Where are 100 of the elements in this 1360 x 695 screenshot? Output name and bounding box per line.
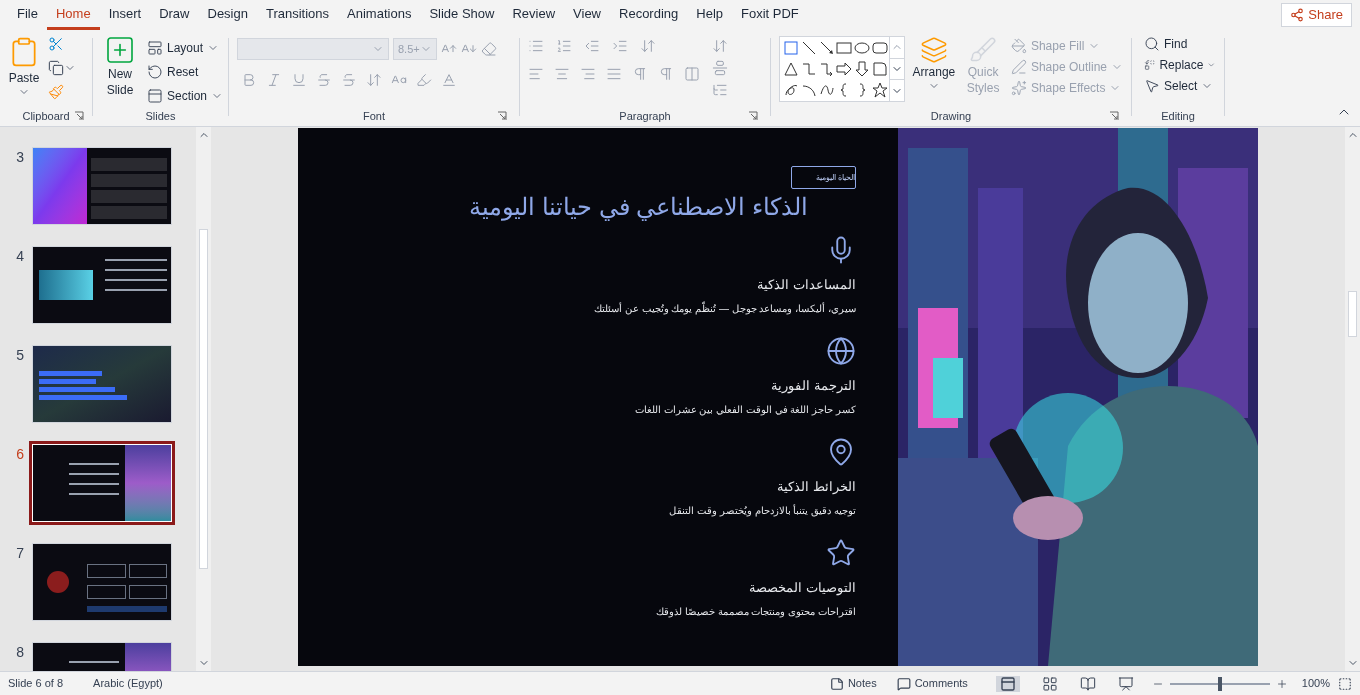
justify-icon[interactable] — [606, 66, 622, 82]
slide-command[interactable]: Section — [147, 86, 224, 106]
new-slide-button[interactable]: New Slide — [97, 34, 143, 106]
slide-counter: Slide 6 of 8 — [8, 676, 64, 692]
scrollbar-thumb[interactable] — [199, 229, 208, 569]
menu-tab[interactable]: View — [564, 0, 610, 30]
star-icon[interactable] — [871, 82, 888, 98]
section-icon — [147, 88, 163, 104]
language-indicator[interactable]: Arabic (Egypt) — [93, 675, 163, 692]
menu-tab[interactable]: File — [8, 0, 47, 30]
smartart-icon[interactable] — [712, 82, 728, 98]
share-icon — [1290, 8, 1305, 22]
slide-number: 6 — [15, 445, 24, 464]
rounded-rectangle-icon[interactable] — [871, 40, 888, 56]
group-label: Editing — [1161, 108, 1195, 124]
bullets-icon[interactable] — [528, 38, 544, 54]
globe-icon — [826, 336, 856, 366]
freeform-icon[interactable] — [783, 82, 799, 98]
zoom-level[interactable]: 100% — [1301, 675, 1330, 692]
down-arrow-icon[interactable] — [854, 61, 871, 77]
menu-tab[interactable]: Draw — [150, 0, 199, 30]
numbering-icon[interactable] — [556, 38, 572, 54]
normal-view-button[interactable] — [995, 675, 1020, 692]
arrow-icon[interactable] — [818, 40, 835, 56]
editing-command[interactable]: Select — [1144, 78, 1216, 94]
slide-sorter-icon[interactable] — [1041, 675, 1058, 692]
paste-button[interactable]: Paste — [4, 34, 44, 100]
slide-title: الذكاء الاصطناعي في حياتنا اليومية — [469, 192, 808, 223]
format-painter-icon[interactable] — [48, 84, 64, 100]
menu-tab[interactable]: Recording — [610, 0, 688, 30]
brush-icon — [969, 36, 998, 64]
clear-formatting-icon[interactable] — [481, 41, 497, 57]
text-direction-icon[interactable] — [712, 38, 728, 54]
menu-tab[interactable]: Help — [687, 0, 733, 30]
pointer-icon — [1144, 78, 1160, 94]
bold-icon[interactable] — [241, 72, 257, 88]
curve-icon[interactable] — [818, 82, 835, 98]
menu-tab[interactable]: Foxit PDF — [732, 0, 808, 30]
highlighter-icon[interactable] — [416, 72, 432, 88]
dialog-launcher-icon[interactable] — [1109, 111, 1119, 121]
notes-button[interactable]: Notes — [829, 675, 877, 692]
elbow-connector-icon[interactable] — [800, 61, 817, 77]
menu-tab[interactable]: Insert — [99, 0, 151, 30]
elbow-arrow-icon[interactable] — [818, 61, 835, 77]
align-text-icon[interactable] — [712, 60, 728, 76]
slide-thumbnail[interactable] — [32, 543, 172, 621]
columns-icon[interactable] — [684, 66, 700, 82]
comments-button[interactable]: Comments — [896, 675, 968, 692]
feature-description: اقتراحات محتوى ومنتجات مصممة خصيصًا لذوقك — [656, 605, 856, 620]
underline-icon[interactable] — [291, 72, 307, 88]
dialog-launcher-icon[interactable] — [497, 111, 507, 121]
zoom-slider-thumb[interactable] — [1217, 676, 1222, 691]
cut-icon[interactable] — [48, 36, 64, 52]
group-label: Paragraph — [619, 108, 671, 124]
slide-scrollbar[interactable] — [1345, 127, 1360, 671]
slide-show-icon[interactable] — [1117, 675, 1134, 692]
italic-icon[interactable] — [266, 72, 282, 88]
align-right-icon[interactable] — [580, 66, 596, 82]
slide-thumbnail[interactable] — [32, 246, 172, 324]
triangle-icon[interactable] — [783, 61, 799, 77]
font-size-value: 8.5+ — [398, 41, 420, 57]
slide-command[interactable]: Layout — [147, 38, 224, 58]
arrange-button[interactable]: Arrange — [912, 36, 956, 102]
align-left-icon[interactable] — [528, 66, 544, 82]
increase-indent-icon[interactable] — [612, 38, 628, 54]
line-icon[interactable] — [800, 40, 817, 56]
fit-slide-icon[interactable] — [1338, 676, 1352, 691]
slide-thumbnail[interactable] — [32, 345, 172, 423]
share-button[interactable]: Share — [1281, 3, 1352, 27]
normal-view-icon — [999, 675, 1016, 692]
feature-description: كسر حاجز اللغة في الوقت الفعلي بين عشرات اللغات — [634, 403, 856, 418]
decrease-indent-icon[interactable] — [584, 38, 600, 54]
snipped-shape-icon[interactable] — [871, 61, 888, 77]
oval-icon[interactable] — [854, 40, 871, 56]
strikethrough-icon[interactable] — [341, 72, 357, 88]
menu-tab[interactable]: Review — [503, 0, 565, 30]
dialog-launcher-icon[interactable] — [748, 111, 758, 121]
right-arrow-icon[interactable] — [836, 61, 853, 77]
editing-command[interactable]: Replace — [1144, 57, 1216, 73]
menu-tab[interactable]: Design — [198, 0, 257, 30]
thumbnail-scrollbar[interactable] — [196, 127, 211, 671]
slide-thumbnail[interactable] — [32, 147, 172, 225]
editing-command[interactable]: Find — [1144, 36, 1216, 52]
align-center-icon[interactable] — [554, 66, 570, 82]
menu-tab[interactable]: Transitions — [256, 0, 339, 30]
menu-tab[interactable]: Animations — [338, 0, 421, 30]
feature-description: توجيه دقيق يتنبأ بالازدحام ويُختصر وقت التنقل — [669, 503, 856, 519]
font-color-icon[interactable] — [441, 72, 457, 88]
line-spacing-icon[interactable] — [640, 38, 656, 54]
menu-tab[interactable]: Slide Show — [420, 0, 504, 30]
arc-icon[interactable] — [800, 82, 817, 98]
character-spacing-icon[interactable] — [366, 72, 382, 88]
copy-icon[interactable] — [48, 60, 64, 76]
feature-heading: الترجمة الفورية — [771, 377, 856, 396]
feature-heading: التوصيات المخصصة — [749, 579, 856, 598]
dialog-launcher-icon[interactable] — [74, 111, 84, 121]
scrollbar-thumb[interactable] — [1348, 291, 1357, 337]
zoom-in-icon[interactable] — [1275, 677, 1288, 690]
reading-view-icon[interactable] — [1079, 675, 1096, 692]
slide-command[interactable]: Reset — [147, 62, 224, 82]
